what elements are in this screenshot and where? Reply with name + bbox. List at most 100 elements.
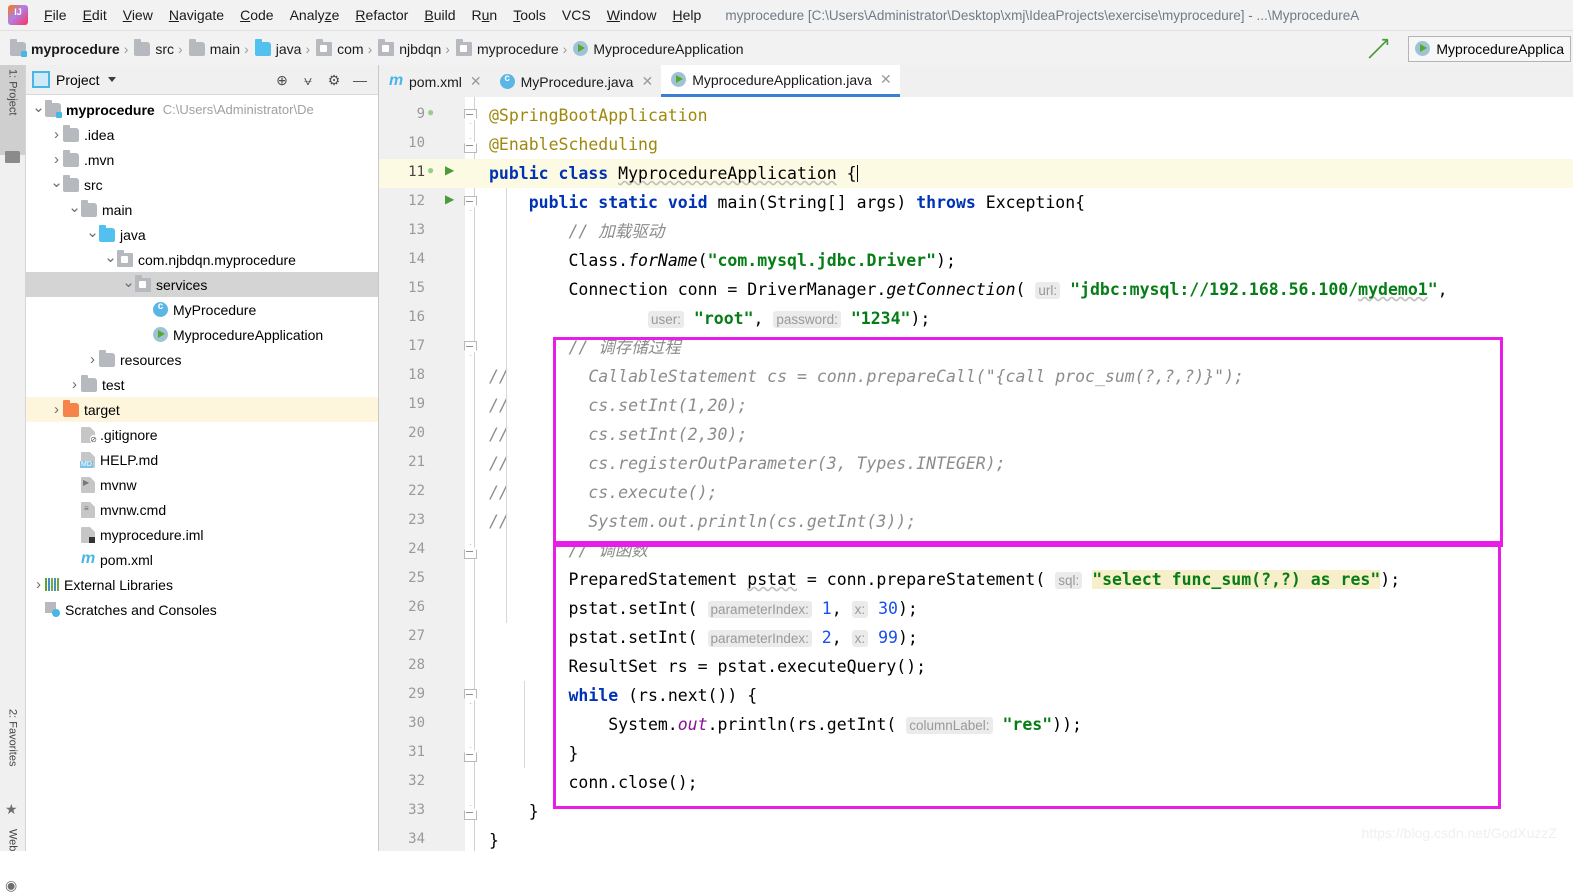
code-line[interactable]: while (rs.next()) { (489, 681, 757, 710)
menu-run[interactable]: Run (464, 4, 506, 26)
code-line[interactable]: } (489, 826, 499, 851)
menu-tools[interactable]: Tools (505, 4, 554, 26)
tool-button-favorites[interactable]: 2: Favorites (0, 705, 25, 805)
code-line[interactable]: } (489, 797, 539, 826)
code-line[interactable]: } (489, 739, 578, 768)
tree-item-scratches-and-consoles[interactable]: Scratches and Consoles (26, 597, 378, 622)
tree-item-myprocedure[interactable]: MyProcedure (26, 297, 378, 322)
close-icon[interactable]: ✕ (470, 73, 482, 90)
code-line[interactable]: conn.close(); (489, 768, 697, 797)
code-line[interactable]: // cs.setInt(2,30); (489, 420, 747, 449)
collapse-arrow-icon[interactable] (68, 201, 81, 219)
menu-code[interactable]: Code (232, 4, 281, 26)
code-line[interactable]: public class MyprocedureApplication { (489, 159, 858, 188)
code-line[interactable]: // CallableStatement cs = conn.prepareCa… (489, 362, 1244, 391)
collapse-arrow-icon[interactable] (50, 176, 63, 194)
tree-item-mvnw-cmd[interactable]: mvnw.cmd (26, 497, 378, 522)
code-line[interactable]: public static void main(String[] args) t… (489, 188, 1085, 217)
code-line[interactable]: pstat.setInt( parameterIndex: 1, x: 30); (489, 594, 918, 623)
code-editor[interactable]: 9 @SpringBootApplication 10 @EnableScheduli… (379, 97, 1573, 851)
tree-item-test[interactable]: test (26, 372, 378, 397)
tree-item-com-njbdqn-myprocedure[interactable]: com.njbdqn.myprocedure (26, 247, 378, 272)
expand-arrow-icon[interactable] (68, 376, 81, 393)
menu-build[interactable]: Build (416, 4, 463, 26)
tree-item-myprocedure[interactable]: myprocedure C:\Users\Administrator\De (26, 97, 378, 122)
editor-gutter[interactable] (379, 97, 465, 851)
tree-item-src[interactable]: src (26, 172, 378, 197)
menu-window[interactable]: Window (599, 4, 665, 26)
code-line[interactable]: // cs.registerOutParameter(3, Types.INTE… (489, 449, 1006, 478)
menu-refactor[interactable]: Refactor (347, 4, 416, 26)
expand-arrow-icon[interactable] (50, 126, 63, 143)
breadcrumb-item-src[interactable]: src (130, 37, 176, 61)
locate-icon[interactable]: ⊕ (274, 72, 290, 88)
menu-vcs[interactable]: VCS (554, 4, 599, 26)
close-icon[interactable]: ✕ (641, 73, 653, 90)
code-line[interactable]: // cs.execute(); (489, 478, 717, 507)
tool-button-web[interactable]: Web (0, 825, 25, 881)
menu-analyze[interactable]: Analyze (282, 4, 348, 26)
breadcrumb-item-njbdqn[interactable]: njbdqn (374, 37, 443, 61)
expand-arrow-icon[interactable] (32, 576, 45, 593)
collapse-arrow-icon[interactable] (104, 251, 117, 269)
expand-arrow-icon[interactable] (50, 151, 63, 168)
code-line[interactable]: // 加载驱动 (489, 217, 664, 246)
code-line[interactable]: System.out.println(rs.getInt( columnLabe… (489, 710, 1082, 739)
code-line[interactable]: PreparedStatement pstat = conn.prepareSt… (489, 565, 1400, 594)
navigate-back-icon[interactable]: ⟶ (1359, 30, 1397, 68)
run-main-gutter-icon[interactable]: ▶ (445, 192, 454, 206)
code-line[interactable]: user: "root", password: "1234"); (489, 304, 930, 333)
tree-item-myprocedureapplication[interactable]: MyprocedureApplication (26, 322, 378, 347)
code-line[interactable]: Class.forName("com.mysql.jdbc.Driver"); (489, 246, 955, 275)
breadcrumb-item-class[interactable]: MyprocedureApplication (569, 37, 745, 61)
tree-item-gitignore[interactable]: .gitignore (26, 422, 378, 447)
code-line[interactable]: // cs.setInt(1,20); (489, 391, 747, 420)
code-line[interactable]: // System.out.println(cs.getInt(3)); (489, 507, 916, 536)
expand-arrow-icon[interactable] (50, 401, 63, 418)
editor-fold-column[interactable] (465, 97, 489, 851)
collapse-arrow-icon[interactable] (86, 226, 99, 244)
collapse-arrow-icon[interactable] (122, 276, 135, 294)
tree-item-external-libraries[interactable]: External Libraries (26, 572, 378, 597)
tree-item-idea[interactable]: .idea (26, 122, 378, 147)
code-line[interactable]: @SpringBootApplication (489, 101, 708, 130)
code-line[interactable]: // 调函数 (489, 536, 647, 565)
tab-myprocedure-java[interactable]: MyProcedure.java ✕ (489, 66, 662, 97)
breadcrumb-item-myprocedure-pkg[interactable]: myprocedure (452, 37, 561, 61)
code-line[interactable]: @EnableScheduling (489, 130, 658, 159)
tree-item-mvnw[interactable]: mvnw (26, 472, 378, 497)
menu-help[interactable]: Help (665, 4, 710, 26)
tab-myprocedureapplication-java[interactable]: MyprocedureApplication.java ✕ (661, 65, 900, 97)
breadcrumb-item-myprocedure[interactable]: myprocedure (6, 37, 122, 61)
run-application-gutter-icon[interactable]: ▶ (445, 163, 454, 177)
code-line[interactable]: Connection conn = DriverManager.getConne… (489, 275, 1448, 304)
breadcrumb-item-main[interactable]: main (185, 37, 242, 61)
gear-icon[interactable]: ⚙ (326, 72, 342, 88)
menu-view[interactable]: View (115, 4, 161, 26)
collapse-all-icon[interactable]: ⩝ (300, 72, 316, 88)
code-line[interactable]: // 调存储过程 (489, 333, 680, 362)
expand-arrow-icon[interactable] (86, 351, 99, 368)
tree-item-services[interactable]: services (26, 272, 378, 297)
tree-item-main[interactable]: main (26, 197, 378, 222)
tree-item-resources[interactable]: resources (26, 347, 378, 372)
tree-item-myprocedure-iml[interactable]: myprocedure.iml (26, 522, 378, 547)
tree-item-help-md[interactable]: HELP.md (26, 447, 378, 472)
tree-item-pom-xml[interactable]: pom.xml (26, 547, 378, 572)
close-icon[interactable]: ✕ (880, 71, 892, 88)
menu-file[interactable]: FFileile (36, 4, 75, 26)
breadcrumb-item-java[interactable]: java (251, 37, 304, 61)
run-configuration-selector[interactable]: MyprocedureApplica (1408, 35, 1571, 62)
menu-edit[interactable]: Edit (75, 4, 115, 26)
code-line[interactable]: ResultSet rs = pstat.executeQuery(); (489, 652, 926, 681)
tool-button-project[interactable]: 1: Project (0, 65, 25, 155)
code-line[interactable]: pstat.setInt( parameterIndex: 2, x: 99); (489, 623, 918, 652)
collapse-arrow-icon[interactable] (32, 101, 45, 119)
tree-item-mvn[interactable]: .mvn (26, 147, 378, 172)
tree-item-target[interactable]: target (26, 397, 378, 422)
tab-pom-xml[interactable]: pom.xml ✕ (379, 66, 490, 97)
tree-item-java[interactable]: java (26, 222, 378, 247)
breadcrumb-item-com[interactable]: com (312, 37, 365, 61)
spring-bean-gutter-icon[interactable]: ● (427, 163, 434, 177)
hide-icon[interactable]: — (352, 72, 368, 88)
